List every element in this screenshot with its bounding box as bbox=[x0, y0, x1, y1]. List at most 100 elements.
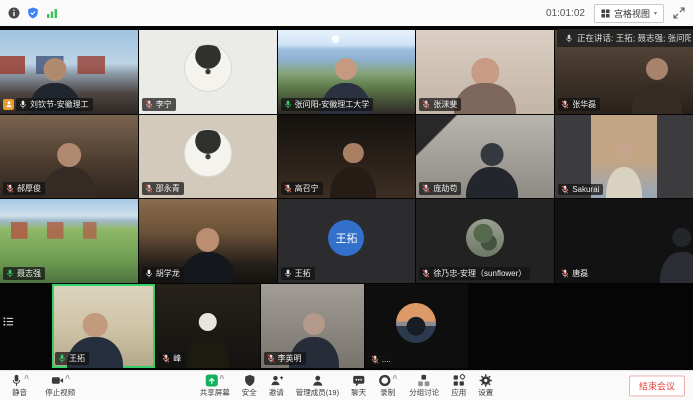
toolbar-item-label: 静音 bbox=[12, 389, 27, 397]
chat-icon bbox=[352, 374, 365, 387]
toolbar-chat-button[interactable]: 聊天 bbox=[351, 374, 366, 397]
video-tile[interactable]: 徐乃忠-安理（sunflower） bbox=[416, 199, 554, 283]
participant-name: 聂志强 bbox=[17, 268, 41, 279]
video-tile[interactable]: 峰 bbox=[156, 284, 259, 368]
meeting-window: 01:01:02 宫格视图 ▾ 正在讲话: 王拓; 聂志强; 张问阳... 刘钦… bbox=[0, 0, 693, 400]
participant-name: 庞劼苟 bbox=[433, 183, 457, 194]
mic-status-icon bbox=[422, 100, 430, 109]
video-tile[interactable]: 高召宁 bbox=[278, 115, 416, 199]
invite-icon bbox=[270, 374, 283, 387]
sunset-avatar bbox=[396, 303, 436, 343]
tile-label-row: 张沫斐 bbox=[419, 98, 461, 111]
tile-label-row: 王拓 bbox=[55, 352, 89, 365]
tree-avatar bbox=[466, 219, 504, 257]
video-tile[interactable]: 刘钦节-安徽理工 bbox=[0, 30, 138, 114]
view-mode-label: 宫格视图 bbox=[614, 7, 650, 20]
participant-silhouette bbox=[454, 58, 516, 113]
video-tile[interactable]: Sakurai bbox=[555, 115, 693, 199]
toolbar-apps-button[interactable]: 应用 bbox=[451, 374, 466, 397]
video-tile[interactable]: 庞劼苟 bbox=[416, 115, 554, 199]
participant-name: 胡学龙 bbox=[156, 268, 180, 279]
video-tile[interactable]: .... bbox=[365, 284, 468, 368]
member-list-toggle-icon[interactable] bbox=[3, 314, 14, 332]
participant-name: 王拓 bbox=[295, 268, 311, 279]
participant-name-tag: 郝厚俊 bbox=[3, 182, 45, 195]
participant-name-tag: 张问阳-安徽理工大学 bbox=[281, 98, 374, 111]
toolbar-record-button[interactable]: ∧录制 bbox=[378, 374, 397, 397]
speaker-mic-icon bbox=[565, 34, 573, 43]
tile-label-row: 高召宁 bbox=[281, 182, 323, 195]
participant-name-tag: 邵永青 bbox=[142, 182, 184, 195]
mic-status-icon bbox=[162, 354, 170, 363]
tile-label-row: 庞劼苟 bbox=[419, 182, 461, 195]
toolbar-settings-button[interactable]: 设置 bbox=[478, 374, 493, 397]
video-tile[interactable]: 李宁 bbox=[139, 30, 277, 114]
cartoon-avatar bbox=[184, 44, 232, 92]
tile-label-row: 郝厚俊 bbox=[3, 182, 45, 195]
mic-status-icon bbox=[19, 100, 27, 109]
toolbar-item-label: 分组讨论 bbox=[409, 389, 439, 397]
participant-name: 邵永青 bbox=[156, 183, 180, 194]
chevron-up-icon[interactable]: ∧ bbox=[64, 374, 71, 381]
toolbar-mic-button[interactable]: ∧ 静音 bbox=[10, 374, 29, 397]
video-tile[interactable]: 胡学龙 bbox=[139, 199, 277, 283]
participant-silhouette bbox=[632, 58, 682, 113]
participant-silhouette bbox=[660, 228, 693, 283]
video-tile[interactable]: 邵永青 bbox=[139, 115, 277, 199]
chevron-up-icon[interactable]: ∧ bbox=[23, 374, 30, 381]
toolbar-shield-button[interactable]: 安全 bbox=[242, 374, 257, 397]
mic-status-icon bbox=[284, 269, 292, 278]
mic-status-icon bbox=[6, 269, 14, 278]
mic-status-icon bbox=[145, 184, 153, 193]
chevron-up-icon[interactable]: ∧ bbox=[218, 374, 225, 381]
breakout-icon bbox=[418, 374, 431, 387]
toolbar-item-label: 邀请 bbox=[269, 389, 284, 397]
participant-name: 唐磊 bbox=[572, 268, 588, 279]
video-tile[interactable]: 王拓 bbox=[52, 284, 155, 368]
toolbar-members-button[interactable]: 管理成员(19) bbox=[296, 374, 339, 397]
participant-name-tag: 王拓 bbox=[55, 352, 89, 365]
participant-name-tag: 峰 bbox=[159, 352, 185, 365]
video-tile[interactable]: 张问阳-安徽理工大学 bbox=[278, 30, 416, 114]
security-shield-icon[interactable] bbox=[27, 7, 39, 19]
participant-name-tag: 张沫斐 bbox=[419, 98, 461, 111]
meeting-timer: 01:01:02 bbox=[546, 8, 585, 19]
mic-status-icon bbox=[561, 100, 569, 109]
toolbar-invite-button[interactable]: 邀请 bbox=[269, 374, 284, 397]
network-signal-icon[interactable] bbox=[46, 7, 58, 19]
video-tile[interactable]: 王拓王拓 bbox=[278, 199, 416, 283]
toolbar-item-label: 应用 bbox=[451, 389, 466, 397]
participant-name: 刘钦节-安徽理工 bbox=[30, 99, 89, 110]
participant-silhouette bbox=[42, 143, 96, 198]
video-tile[interactable]: 郝厚俊 bbox=[0, 115, 138, 199]
participant-name: 张问阳-安徽理工大学 bbox=[295, 99, 370, 110]
chevron-up-icon[interactable]: ∧ bbox=[391, 374, 398, 381]
video-grid-last-row: 王拓 峰 李英明.... bbox=[52, 284, 468, 368]
participant-silhouette bbox=[606, 143, 642, 198]
toolbar-camera-button[interactable]: ∧停止视频 bbox=[45, 374, 75, 397]
tile-label-row: 邵永青 bbox=[142, 182, 184, 195]
fullscreen-icon[interactable] bbox=[673, 7, 685, 19]
tile-label-row: .... bbox=[368, 354, 395, 365]
active-speakers-banner: 正在讲话: 王拓; 聂志强; 张问阳... bbox=[557, 29, 693, 47]
toolbar-share-button[interactable]: ∧共享屏幕 bbox=[200, 374, 230, 397]
participant-name: 徐乃忠-安理（sunflower） bbox=[433, 268, 526, 279]
chevron-down-icon: ▾ bbox=[654, 10, 657, 17]
participant-name-tag: 李英明 bbox=[264, 352, 306, 365]
video-tile[interactable]: 聂志强 bbox=[0, 199, 138, 283]
video-tile[interactable]: 唐磊 bbox=[555, 199, 693, 283]
top-status-icons bbox=[8, 7, 58, 19]
view-mode-button[interactable]: 宫格视图 ▾ bbox=[594, 4, 664, 23]
meeting-info-icon[interactable] bbox=[8, 7, 20, 19]
end-meeting-button[interactable]: 结束会议 bbox=[629, 375, 685, 396]
participant-name: 郝厚俊 bbox=[17, 183, 41, 194]
toolbar-breakout-button[interactable]: 分组讨论 bbox=[409, 374, 439, 397]
participant-name-tag: .... bbox=[368, 354, 395, 365]
video-grid-main: 刘钦节-安徽理工李宁张问阳-安徽理工大学张沫斐张华磊郝厚俊邵永青高召宁庞劼苟Sa… bbox=[0, 30, 693, 283]
apps-icon bbox=[452, 374, 465, 387]
mic-status-icon bbox=[6, 184, 14, 193]
participant-name: 张沫斐 bbox=[433, 99, 457, 110]
video-tile[interactable]: 张沫斐 bbox=[416, 30, 554, 114]
mic-status-icon bbox=[145, 100, 153, 109]
video-tile[interactable]: 李英明 bbox=[261, 284, 364, 368]
